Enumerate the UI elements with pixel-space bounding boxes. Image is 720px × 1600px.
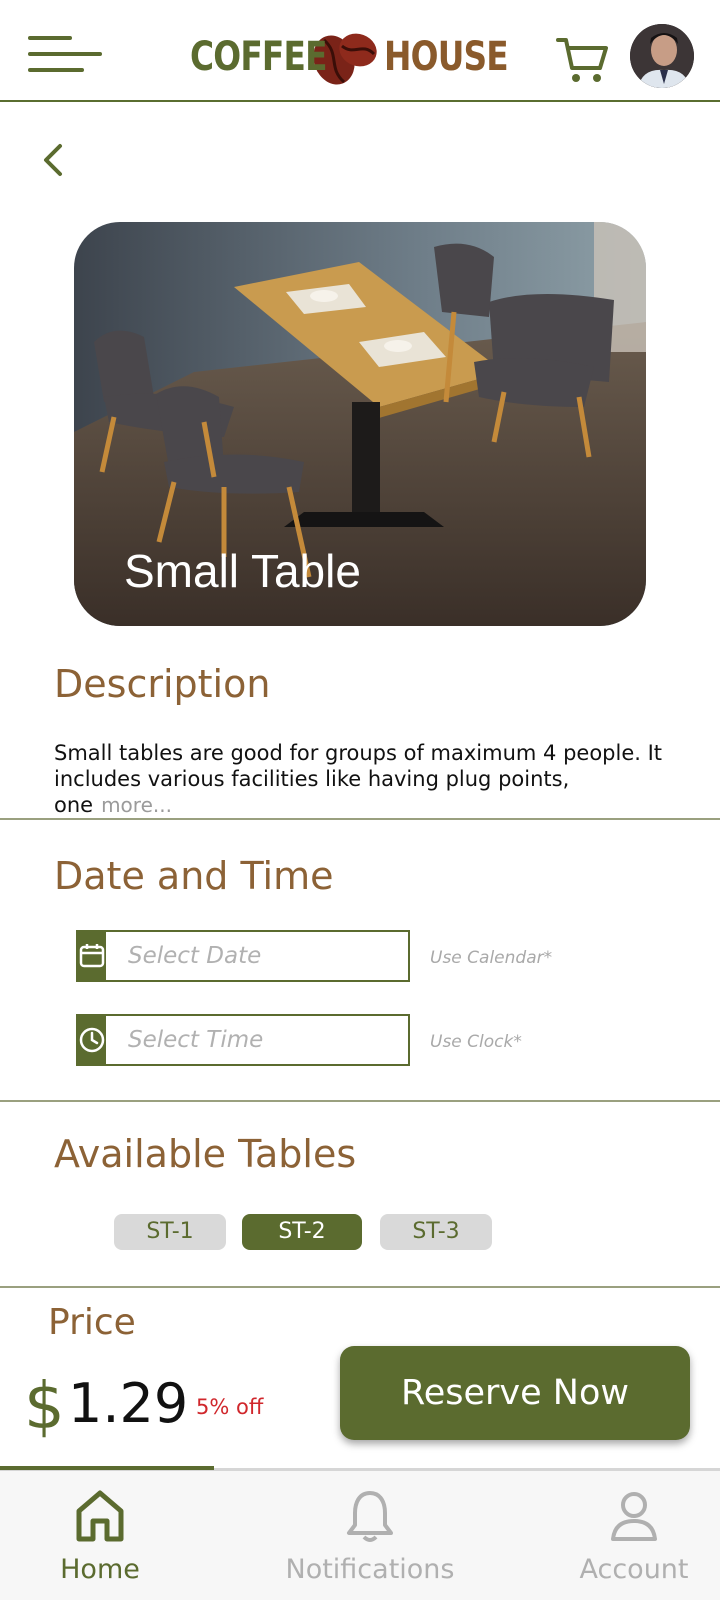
date-hint: Use Calendar*	[430, 948, 553, 968]
divider	[0, 1100, 720, 1102]
date-input[interactable]	[106, 932, 420, 980]
cart-icon[interactable]	[556, 34, 608, 84]
table-name-title: Small Table	[124, 545, 361, 597]
time-input[interactable]	[106, 1016, 420, 1064]
nav-active-indicator	[0, 1466, 214, 1470]
time-hint: Use Clock*	[430, 1032, 522, 1052]
available-tables-heading: Available Tables	[54, 1132, 357, 1176]
back-chevron-icon[interactable]	[36, 140, 72, 180]
table-chip-st-2[interactable]: ST-2	[242, 1214, 362, 1250]
brand-word-coffee: COFFEE	[190, 34, 327, 80]
nav-notifications[interactable]: Notifications	[280, 1487, 460, 1585]
nav-home-label: Home	[60, 1554, 140, 1585]
datetime-heading: Date and Time	[54, 854, 334, 898]
nav-account[interactable]: Account	[574, 1487, 694, 1585]
bottom-nav: Home Notifications Account	[0, 1468, 720, 1600]
price-amount: 1.29	[68, 1372, 189, 1435]
description-heading: Description	[54, 662, 271, 706]
user-icon	[611, 1492, 657, 1541]
avatar-image	[630, 24, 694, 88]
date-field[interactable]	[76, 930, 420, 982]
table-photo: Small Table	[74, 222, 646, 626]
reserve-now-button[interactable]: Reserve Now	[340, 1346, 690, 1440]
brand-word-house: HOUSE	[384, 34, 509, 80]
time-field[interactable]	[76, 1014, 420, 1066]
currency-symbol: $	[24, 1370, 65, 1444]
hamburger-menu-icon[interactable]	[28, 36, 102, 72]
table-chip-st-3[interactable]: ST-3	[380, 1214, 492, 1250]
more-link[interactable]: more...	[101, 793, 172, 817]
divider	[0, 1286, 720, 1288]
nav-account-label: Account	[579, 1554, 689, 1585]
description-text-block: Small tables are good for groups of maxi…	[54, 740, 684, 818]
divider	[0, 818, 720, 820]
calendar-icon[interactable]	[78, 932, 106, 980]
clock-icon[interactable]	[78, 1016, 106, 1064]
home-icon	[76, 1490, 124, 1542]
price-label: Price	[48, 1302, 136, 1343]
brand-logo[interactable]: COFFEE HOUSE	[190, 24, 509, 90]
bell-icon	[347, 1491, 393, 1542]
nav-notifications-label: Notifications	[285, 1554, 455, 1585]
discount-badge: 5% off	[196, 1395, 264, 1419]
user-avatar[interactable]	[630, 24, 694, 88]
table-chip-st-1[interactable]: ST-1	[114, 1214, 226, 1250]
nav-home[interactable]: Home	[50, 1487, 150, 1585]
